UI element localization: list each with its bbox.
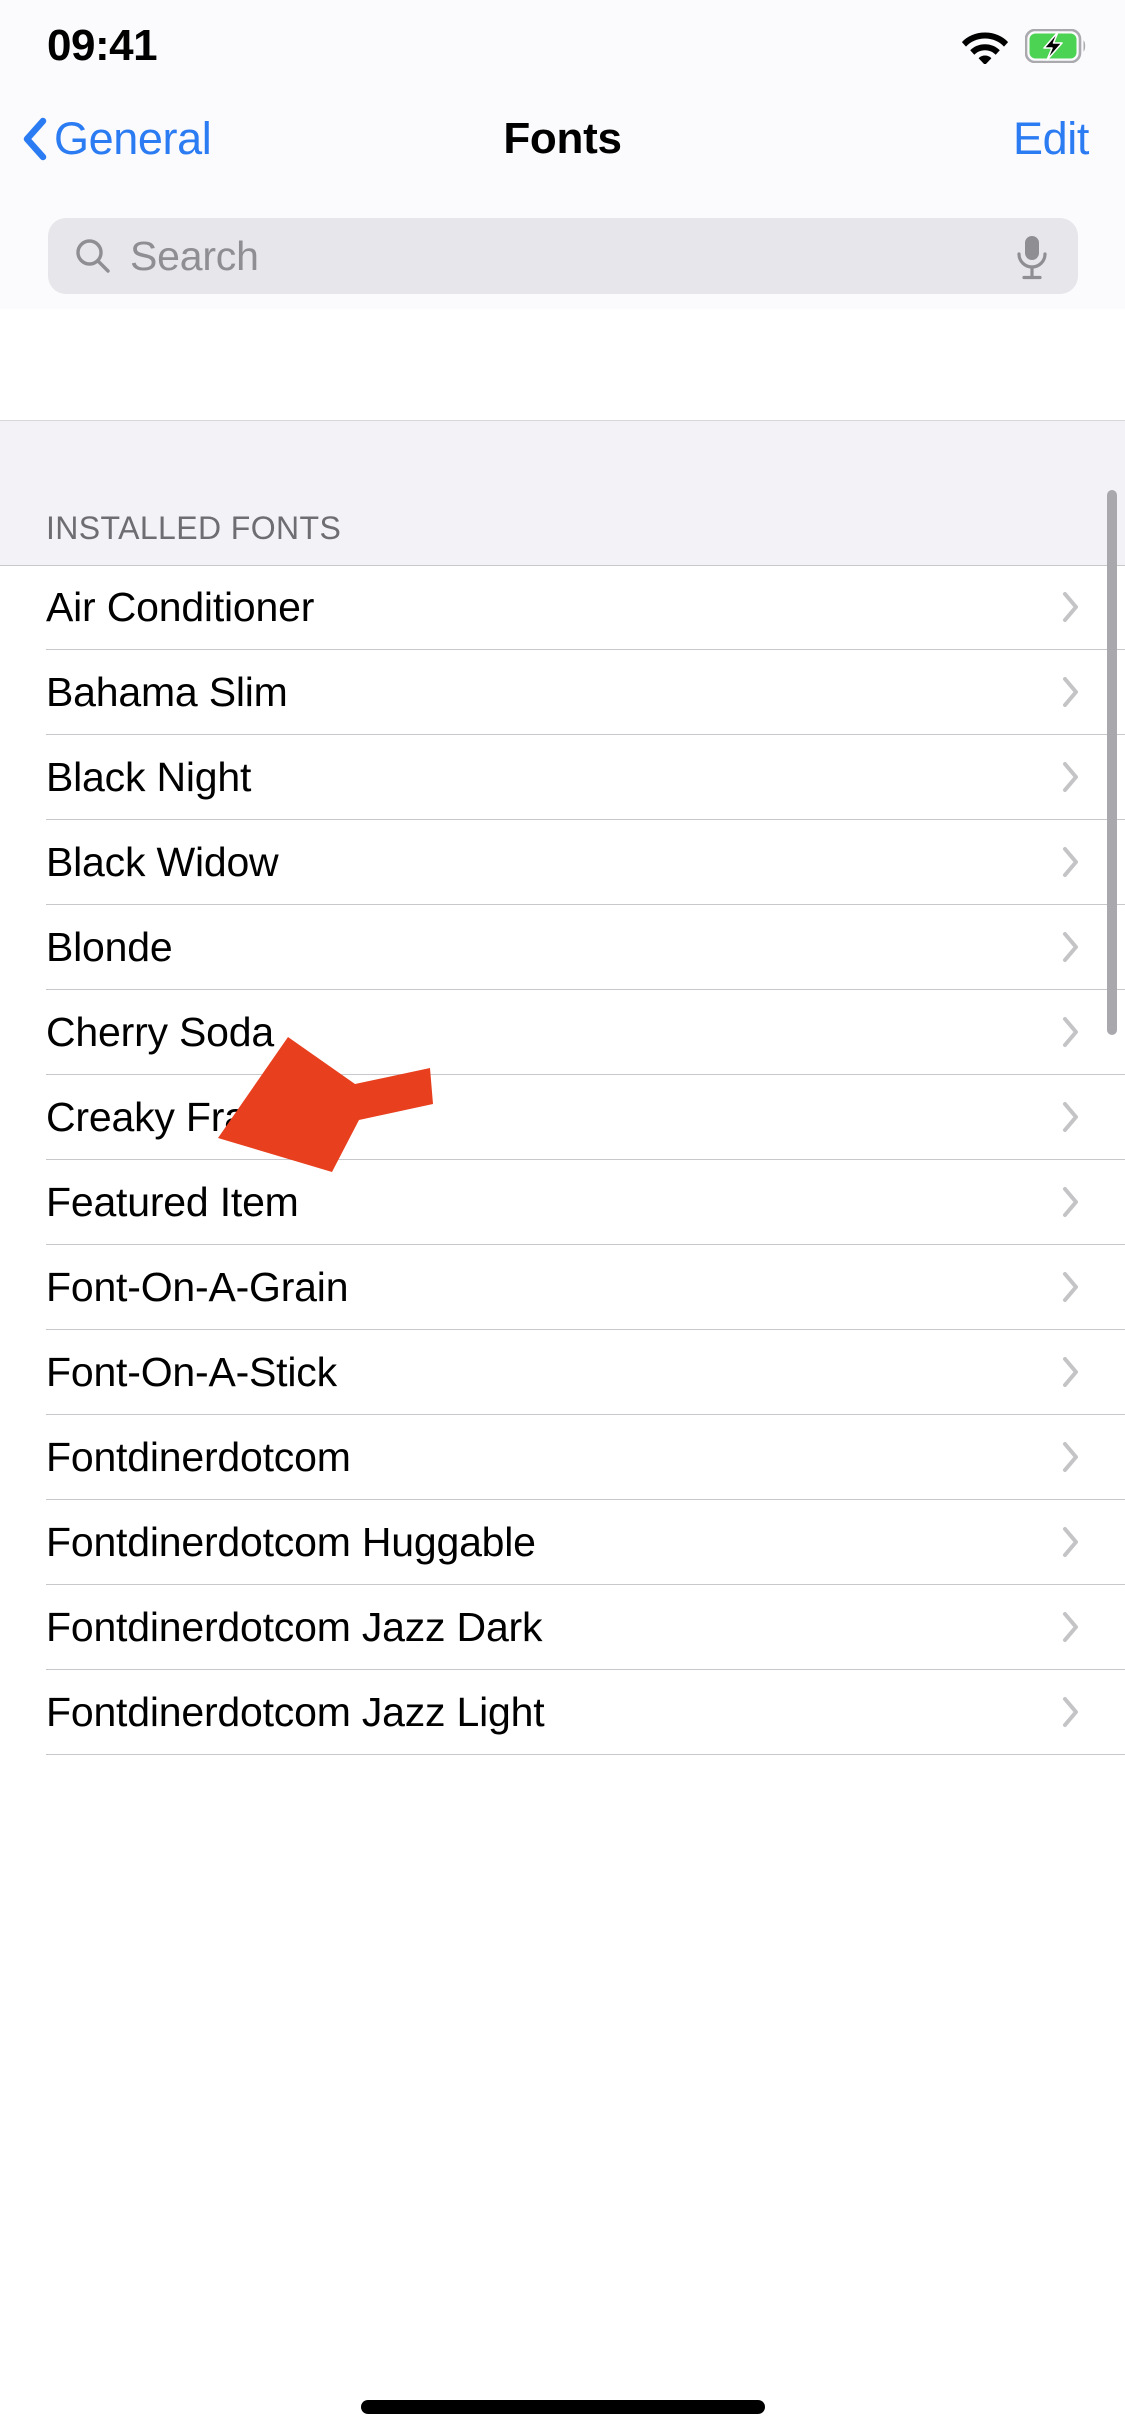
chevron-right-icon bbox=[1062, 1186, 1080, 1218]
table-row[interactable]: Creaky Frank bbox=[0, 1075, 1125, 1160]
home-indicator[interactable] bbox=[360, 2400, 765, 2414]
chevron-right-icon bbox=[1062, 1696, 1080, 1728]
chevron-right-icon bbox=[1062, 1611, 1080, 1643]
font-name-label: Font-On-A-Stick bbox=[46, 1349, 337, 1395]
chevron-right-icon bbox=[1062, 1101, 1080, 1133]
table-row[interactable]: Font-On-A-Grain bbox=[0, 1245, 1125, 1330]
font-name-label: Black Night bbox=[46, 754, 252, 800]
font-name-label: Black Widow bbox=[46, 839, 279, 885]
scrollbar[interactable] bbox=[1107, 490, 1117, 1035]
table-row[interactable]: Featured Item bbox=[0, 1160, 1125, 1245]
font-name-label: Font-On-A-Grain bbox=[46, 1264, 349, 1310]
chevron-right-icon bbox=[1062, 676, 1080, 708]
table-row[interactable]: Black Widow bbox=[0, 820, 1125, 905]
table-row[interactable]: Air Conditioner bbox=[0, 565, 1125, 650]
wifi-icon bbox=[961, 28, 1009, 64]
font-name-label: Featured Item bbox=[46, 1179, 299, 1225]
chevron-right-icon bbox=[1062, 591, 1080, 623]
search-placeholder: Search bbox=[130, 233, 259, 279]
iphone-screen: 09:41 General Fonts Edit Search INSTALLE… bbox=[0, 0, 1125, 2436]
chevron-right-icon bbox=[1062, 1441, 1080, 1473]
chevron-right-icon bbox=[1062, 931, 1080, 963]
search-input[interactable]: Search bbox=[48, 218, 1078, 294]
battery-charging-icon bbox=[1025, 29, 1087, 63]
row-divider bbox=[46, 1754, 1125, 1755]
table-row[interactable]: Fontdinerdotcom bbox=[0, 1415, 1125, 1500]
chevron-right-icon bbox=[1062, 1016, 1080, 1048]
search-bar-container: Search bbox=[0, 190, 1125, 309]
edit-button[interactable]: Edit bbox=[1013, 104, 1089, 174]
table-row[interactable]: Fontdinerdotcom Jazz Dark bbox=[0, 1585, 1125, 1670]
section-header-label: INSTALLED FONTS bbox=[46, 510, 342, 546]
installed-fonts-list: Air Conditioner Bahama Slim Black Night Bla… bbox=[0, 565, 1125, 2436]
microphone-icon[interactable] bbox=[1014, 234, 1050, 280]
font-name-label: Bahama Slim bbox=[46, 669, 288, 715]
status-bar-time: 09:41 bbox=[47, 21, 158, 70]
table-row[interactable]: Font-On-A-Stick bbox=[0, 1330, 1125, 1415]
font-name-label: Air Conditioner bbox=[46, 584, 315, 630]
chevron-right-icon bbox=[1062, 1271, 1080, 1303]
chevron-right-icon bbox=[1062, 1526, 1080, 1558]
font-name-label: Cherry Soda bbox=[46, 1009, 274, 1055]
section-header-installed-fonts: INSTALLED FONTS bbox=[0, 420, 1125, 565]
status-bar: 09:41 bbox=[0, 0, 1125, 92]
status-bar-indicators bbox=[961, 24, 1087, 68]
font-name-label: Fontdinerdotcom bbox=[46, 1434, 351, 1480]
page-title: Fonts bbox=[503, 114, 622, 163]
font-name-label: Blonde bbox=[46, 924, 173, 970]
table-row[interactable]: Cherry Soda bbox=[0, 990, 1125, 1075]
table-row[interactable]: Blonde bbox=[0, 905, 1125, 990]
chevron-right-icon bbox=[1062, 846, 1080, 878]
font-name-label: Creaky Frank bbox=[46, 1094, 290, 1140]
font-name-label: Fontdinerdotcom Jazz Dark bbox=[46, 1604, 543, 1650]
chevron-right-icon bbox=[1062, 761, 1080, 793]
font-name-label: Fontdinerdotcom Jazz Light bbox=[46, 1689, 545, 1735]
search-icon bbox=[74, 237, 112, 275]
chevron-right-icon bbox=[1062, 1356, 1080, 1388]
table-row[interactable]: Black Night bbox=[0, 735, 1125, 820]
table-row[interactable]: Fontdinerdotcom Jazz Light bbox=[0, 1670, 1125, 1755]
navigation-bar: General Fonts Edit bbox=[0, 92, 1125, 190]
font-name-label: Fontdinerdotcom Huggable bbox=[46, 1519, 536, 1565]
table-row[interactable]: Bahama Slim bbox=[0, 650, 1125, 735]
table-row[interactable]: Fontdinerdotcom Huggable bbox=[0, 1500, 1125, 1585]
